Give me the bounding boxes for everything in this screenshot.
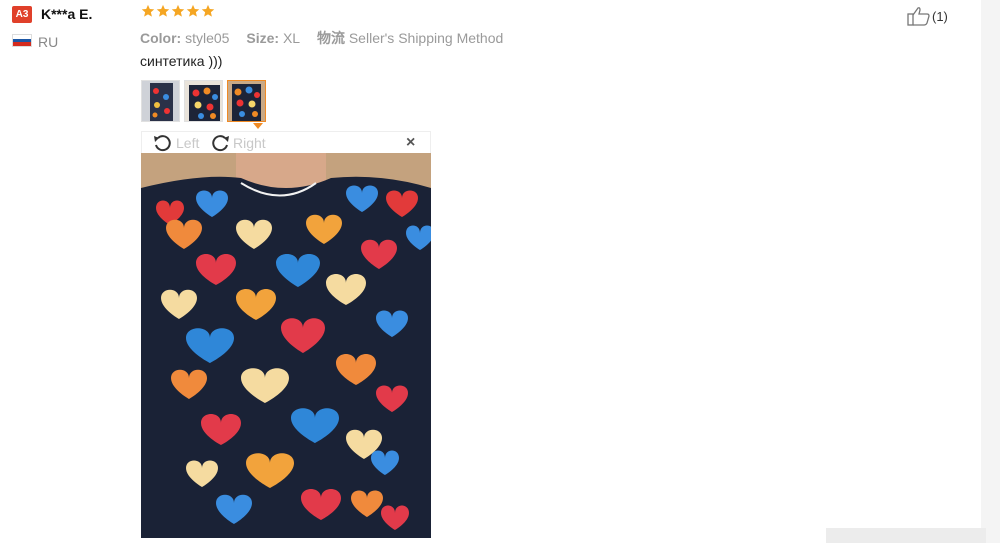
thumbs-up-icon xyxy=(907,7,930,26)
reviewer-country: RU xyxy=(38,34,59,50)
rotate-right-button[interactable]: Right xyxy=(209,134,266,152)
shipping-label: 物流 xyxy=(316,30,345,46)
star-icon xyxy=(141,4,155,17)
review-thumbnail-1[interactable] xyxy=(141,80,180,122)
star-icon xyxy=(201,4,215,17)
user-level-badge: A3 xyxy=(12,6,32,23)
rotate-right-label: Right xyxy=(233,135,266,151)
review-photo xyxy=(141,153,431,538)
bottom-toolbar xyxy=(826,528,986,543)
close-viewer-button[interactable]: × xyxy=(406,134,415,152)
color-label: Color: xyxy=(140,30,182,46)
size-value: XL xyxy=(282,30,301,46)
helpful-button[interactable]: (1) xyxy=(907,6,948,26)
russia-flag-icon xyxy=(12,34,32,47)
review-thumbnails xyxy=(141,80,270,122)
star-icon xyxy=(156,4,170,17)
review-text: синтетика ))) xyxy=(140,53,223,69)
color-value: style05 xyxy=(185,30,230,46)
star-rating xyxy=(141,4,216,22)
image-viewer-toolbar: Left Right × xyxy=(141,131,431,153)
page-side-strip xyxy=(981,0,1000,543)
review-thumbnail-3[interactable] xyxy=(227,80,266,122)
shipping-value: Seller's Shipping Method xyxy=(348,30,504,46)
rotate-left-label: Left xyxy=(176,135,200,151)
rotate-right-icon xyxy=(212,135,229,152)
selected-thumbnail-pointer xyxy=(253,123,263,129)
helpful-count: (1) xyxy=(932,8,948,24)
order-attributes: Color: style05 Size: XL 物流 Seller's Ship… xyxy=(140,28,503,48)
rotate-left-button[interactable]: Left xyxy=(152,134,199,152)
review-thumbnail-2[interactable] xyxy=(184,80,223,122)
rotate-left-icon xyxy=(154,135,171,152)
star-icon xyxy=(171,4,185,17)
star-icon xyxy=(186,4,200,17)
reviewer-name: K***a E. xyxy=(41,6,93,22)
size-label: Size: xyxy=(246,30,280,46)
